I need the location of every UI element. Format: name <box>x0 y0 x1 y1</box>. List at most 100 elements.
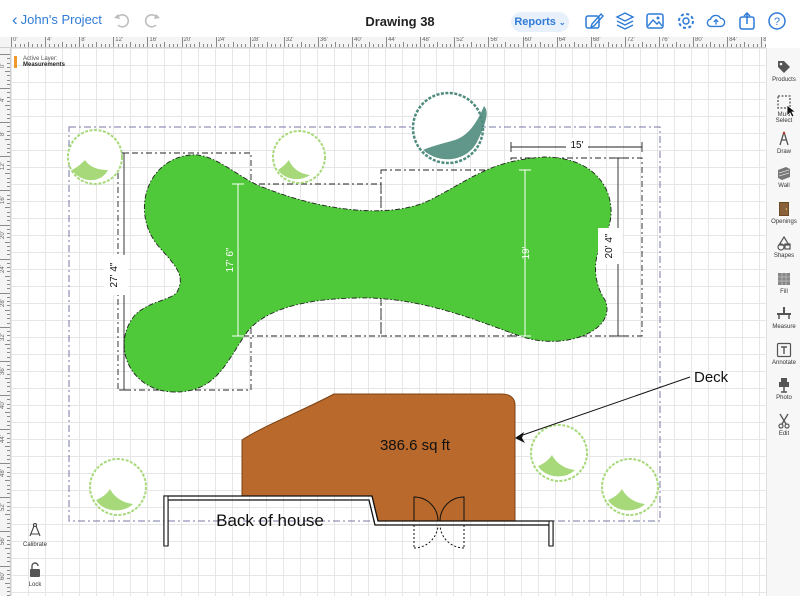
ruler-tick <box>607 42 609 47</box>
ruler-tick <box>7 356 10 358</box>
share-icon[interactable] <box>737 11 757 31</box>
ruler-tick <box>7 527 10 529</box>
ruler-tick <box>450 44 452 47</box>
ruler-tick <box>7 203 10 205</box>
ruler-tick <box>5 275 10 277</box>
ruler-tick <box>624 37 626 47</box>
ruler-tick <box>543 44 545 47</box>
ruler-label: 60' <box>0 571 6 580</box>
tool-fill[interactable]: Fill <box>767 268 800 302</box>
door-icon <box>779 202 789 216</box>
tool-openings[interactable]: Openings <box>767 198 800 232</box>
ruler-tick <box>228 44 230 47</box>
tool-wall[interactable]: Wall <box>767 162 800 196</box>
ruler-tick <box>224 44 226 47</box>
deck-shape[interactable] <box>241 393 516 522</box>
ruler-tick <box>7 181 10 183</box>
edit-details-icon[interactable] <box>584 11 604 31</box>
ruler-label: 4' <box>47 37 52 43</box>
ruler-tick <box>594 44 596 47</box>
floor-plan-drawing[interactable]: 27' 4" 17' 6" 19' 20' 4" 15' 386.6 sq ft… <box>11 48 766 596</box>
ruler-tick <box>7 369 10 371</box>
redo-icon[interactable] <box>142 10 162 30</box>
ruler-tick <box>87 44 89 47</box>
dim-top-width: 15' <box>570 140 583 151</box>
ruler-tick <box>7 117 10 119</box>
ruler-tick <box>7 169 10 171</box>
ruler-tick <box>684 44 686 47</box>
ruler-tick <box>53 44 55 47</box>
ruler-tick <box>202 44 204 47</box>
ruler-label: 64' <box>558 37 567 43</box>
tree-light[interactable] <box>272 130 326 184</box>
ruler-tick <box>194 44 196 47</box>
ruler-tick <box>756 44 758 47</box>
ruler-tick <box>83 44 85 47</box>
tree-light[interactable] <box>67 129 123 185</box>
ruler-tick <box>7 437 10 439</box>
tool-shapes[interactable]: Shapes <box>767 232 800 266</box>
ruler-tick <box>356 44 358 47</box>
cloud-upload-icon[interactable] <box>706 11 726 31</box>
drawing-canvas[interactable]: 27' 4" 17' 6" 19' 20' 4" 15' 386.6 sq ft… <box>11 48 766 596</box>
back-button[interactable]: ‹ John's Project <box>12 11 102 28</box>
tree-dark[interactable] <box>411 91 487 165</box>
calibrate-button[interactable]: Calibrate <box>18 522 52 548</box>
ruler-tick <box>7 390 10 392</box>
lawn-shape[interactable] <box>123 154 612 393</box>
undo-icon[interactable] <box>112 10 132 30</box>
reports-label: Reports <box>514 16 556 28</box>
ruler-label: 24' <box>217 37 226 43</box>
image-icon[interactable] <box>645 11 665 31</box>
tool-draw[interactable]: Draw <box>767 128 800 162</box>
tool-edit[interactable]: Edit <box>767 410 800 444</box>
tool-annotate[interactable]: Annotate <box>767 339 800 373</box>
ruler-tick <box>0 395 10 396</box>
ruler-tick <box>0 156 10 158</box>
ruler-tick <box>7 556 10 558</box>
gear-icon[interactable] <box>676 11 696 31</box>
ruler-tick <box>130 42 132 47</box>
ruler-tick <box>7 450 10 452</box>
ruler-tick <box>7 454 10 456</box>
ruler-tick <box>207 44 209 47</box>
ruler-tick <box>5 412 10 414</box>
ruler-tick <box>620 44 622 47</box>
ruler-tick <box>7 510 10 512</box>
layers-icon[interactable] <box>615 11 635 31</box>
lock-button[interactable]: Lock <box>18 562 52 588</box>
ruler-tick <box>7 433 10 435</box>
tree-light[interactable] <box>530 424 588 482</box>
ruler-tick <box>479 44 481 47</box>
ruler-tick <box>582 44 584 47</box>
ruler-tick <box>629 44 631 47</box>
ruler-tick <box>121 44 123 47</box>
ruler-tick <box>577 44 579 47</box>
measure-icon <box>777 307 791 319</box>
tree-light[interactable] <box>601 458 659 516</box>
reports-button[interactable]: Reports ⌄ <box>511 12 569 32</box>
active-layer-indicator[interactable]: Active Layer: Measurements <box>14 56 65 68</box>
ruler-tick <box>181 37 183 47</box>
camera-icon <box>779 378 789 393</box>
ruler-tick <box>0 326 10 328</box>
ruler-tick <box>7 147 10 149</box>
ruler-tick <box>5 548 10 550</box>
ruler-tick <box>7 407 10 409</box>
ruler-tick <box>5 343 10 345</box>
ruler-tick <box>496 44 498 47</box>
tool-products[interactable]: Products <box>767 56 800 90</box>
tool-measure[interactable]: Measure <box>767 303 800 337</box>
tool-photo[interactable]: Photo <box>767 374 800 408</box>
arrow-head-icon <box>515 432 525 443</box>
deck-callout-label[interactable]: Deck <box>694 369 729 386</box>
ruler-tick <box>96 42 98 47</box>
ruler-tick <box>671 44 673 47</box>
ruler-label: 80' <box>695 37 703 43</box>
ruler-tick <box>658 37 660 47</box>
help-icon[interactable]: ? <box>767 11 787 31</box>
ruler-tick <box>7 134 10 136</box>
ruler-label: 32' <box>285 37 294 43</box>
ruler-label: 52' <box>456 37 465 43</box>
tree-light[interactable] <box>89 458 147 516</box>
